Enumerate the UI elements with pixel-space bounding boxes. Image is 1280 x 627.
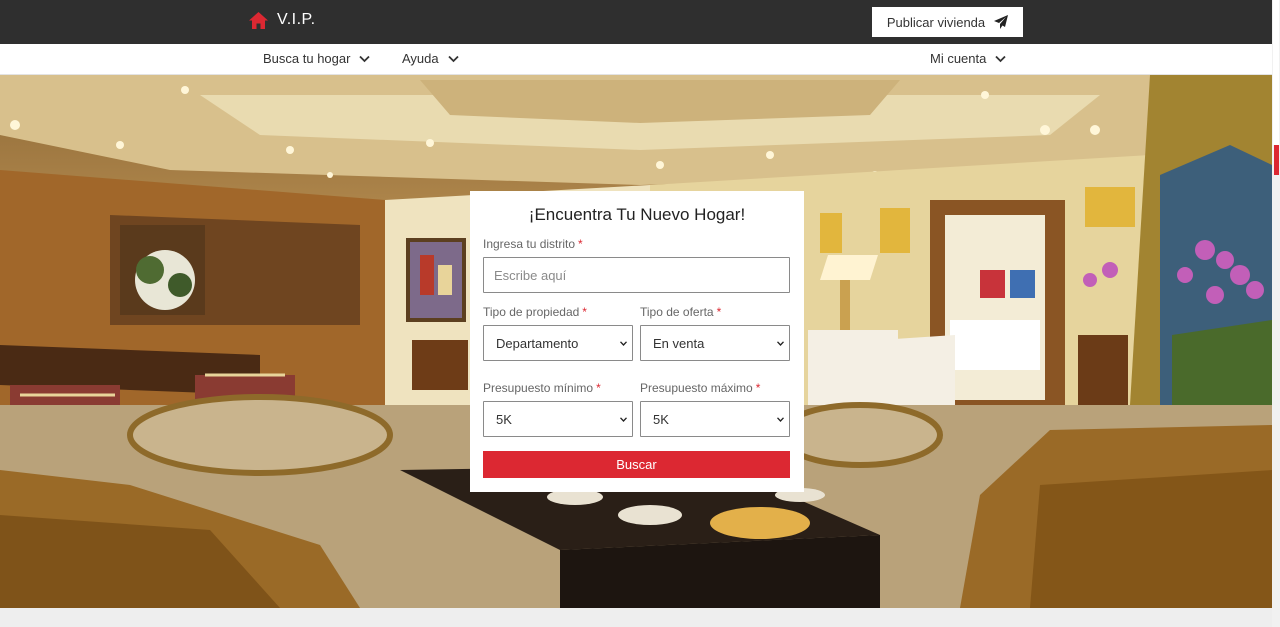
chevron-down-icon xyxy=(620,417,627,422)
publish-listing-label: Publicar vivienda xyxy=(886,14,986,30)
nav-my-account-label: Mi cuenta xyxy=(930,51,987,66)
page-footer-band xyxy=(0,608,1272,627)
nav-find-home[interactable]: Busca tu hogar xyxy=(263,51,371,66)
offer-type-select[interactable]: En venta xyxy=(640,325,790,361)
search-button[interactable]: Buscar xyxy=(483,451,790,478)
nav-my-account[interactable]: Mi cuenta xyxy=(930,51,1007,66)
chevron-down-icon xyxy=(777,417,784,422)
publish-listing-button[interactable]: Publicar vivienda xyxy=(872,7,1023,37)
district-label: Ingresa tu distrito * xyxy=(483,237,583,251)
required-mark: * xyxy=(596,381,601,395)
offer-type-label-text: Tipo de oferta xyxy=(640,305,714,319)
property-type-value: Departamento xyxy=(496,335,579,351)
chevron-down-icon xyxy=(448,55,459,62)
search-card: ¡Encuentra Tu Nuevo Hogar! Ingresa tu di… xyxy=(470,191,804,492)
max-budget-label: Presupuesto máximo * xyxy=(640,381,760,395)
nav-help[interactable]: Ayuda xyxy=(402,51,459,66)
nav-help-label: Ayuda xyxy=(402,51,439,66)
brand-logo[interactable]: V.I.P. xyxy=(249,11,316,29)
search-card-title: ¡Encuentra Tu Nuevo Hogar! xyxy=(528,205,746,224)
scrollbar-accent-marker xyxy=(1274,145,1279,175)
property-type-label-text: Tipo de propiedad xyxy=(483,305,580,319)
top-bar: V.I.P. Publicar vivienda xyxy=(0,0,1272,44)
home-icon xyxy=(249,11,268,29)
scrollbar-thumb[interactable] xyxy=(1273,0,1279,145)
max-budget-value: 5K xyxy=(653,411,669,427)
required-mark: * xyxy=(716,305,722,319)
min-budget-value: 5K xyxy=(496,411,512,427)
offer-type-label: Tipo de oferta * xyxy=(640,305,721,319)
min-budget-label-text: Presupuesto mínimo xyxy=(483,381,594,395)
nav-find-home-label: Busca tu hogar xyxy=(263,51,351,66)
property-type-select[interactable]: Departamento xyxy=(483,325,633,361)
paper-plane-icon xyxy=(994,15,1009,29)
required-mark: * xyxy=(582,305,587,319)
min-budget-select[interactable]: 5K xyxy=(483,401,633,437)
secondary-nav: Busca tu hogar Ayuda Mi cuenta xyxy=(0,44,1272,75)
required-mark: * xyxy=(755,381,761,395)
district-input[interactable] xyxy=(483,257,790,293)
district-label-text: Ingresa tu distrito xyxy=(483,237,576,251)
chevron-down-icon xyxy=(777,341,784,346)
max-budget-select[interactable]: 5K xyxy=(640,401,790,437)
vertical-scrollbar[interactable] xyxy=(1272,0,1280,627)
required-mark: * xyxy=(578,237,583,251)
min-budget-label: Presupuesto mínimo * xyxy=(483,381,601,395)
chevron-down-icon xyxy=(620,341,627,346)
brand-name: V.I.P. xyxy=(277,11,316,28)
chevron-down-icon xyxy=(359,55,371,62)
property-type-label: Tipo de propiedad * xyxy=(483,305,587,319)
chevron-down-icon xyxy=(995,55,1007,62)
max-budget-label-text: Presupuesto máximo xyxy=(640,381,753,395)
offer-type-value: En venta xyxy=(653,335,705,351)
